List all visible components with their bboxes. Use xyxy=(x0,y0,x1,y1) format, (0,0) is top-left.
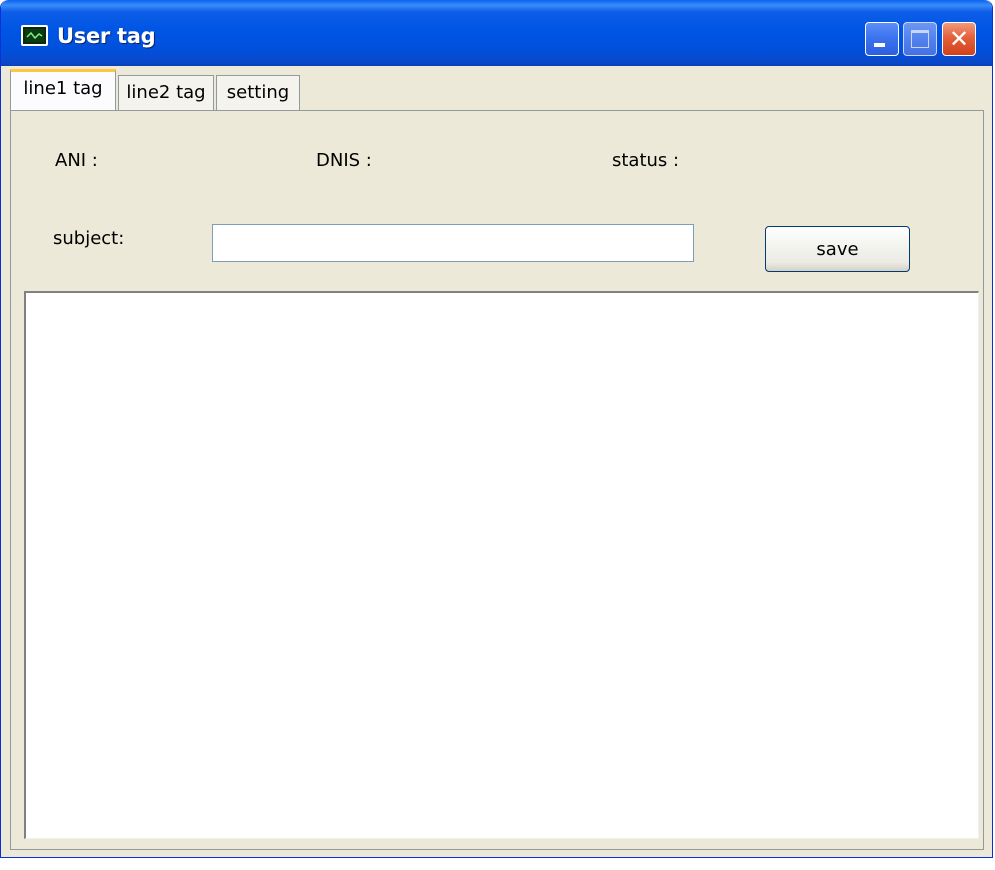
close-button[interactable]: ✕ xyxy=(942,22,976,56)
subject-input[interactable] xyxy=(212,224,694,262)
tab-line1-tag[interactable]: line1 tag xyxy=(10,69,116,110)
tab-line2-tag[interactable]: line2 tag xyxy=(118,75,214,110)
app-monitor-icon xyxy=(21,25,48,46)
status-label: status : xyxy=(612,150,680,171)
background-strip xyxy=(0,858,995,870)
title-bar[interactable]: User tag ✕ xyxy=(1,0,992,66)
maximize-button[interactable] xyxy=(903,22,937,56)
tag-text-area[interactable] xyxy=(24,291,979,839)
minimize-button[interactable] xyxy=(865,22,899,56)
window-title: User tag xyxy=(57,24,156,48)
dnis-label: DNIS : xyxy=(316,150,372,171)
minimize-icon xyxy=(874,43,885,47)
user-tag-window: User tag ✕ line1 tag line2 tag setting A… xyxy=(0,0,993,858)
save-button[interactable]: save xyxy=(765,226,910,272)
maximize-icon xyxy=(911,30,929,48)
subject-label: subject: xyxy=(53,228,125,249)
close-icon: ✕ xyxy=(948,25,970,53)
ani-label: ANI : xyxy=(55,150,98,171)
tab-setting[interactable]: setting xyxy=(216,75,300,110)
tab-strip: line1 tag line2 tag setting xyxy=(1,66,992,114)
